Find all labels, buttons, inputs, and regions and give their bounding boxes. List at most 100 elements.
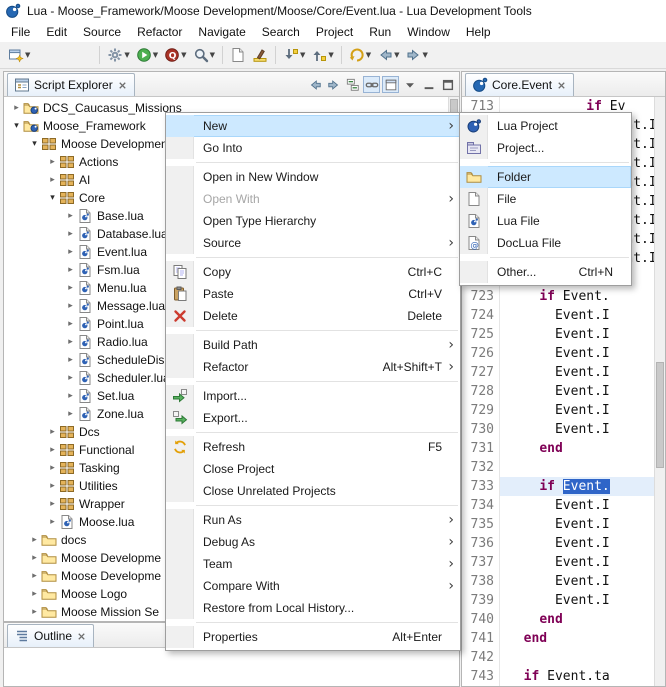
line-number[interactable]: 736 (470, 534, 500, 553)
menubar-item-search[interactable]: Search (254, 22, 308, 42)
line-number[interactable]: 734 (470, 496, 500, 515)
collapse-all-button[interactable] (344, 76, 361, 93)
context-menu-item-go-into[interactable]: Go Into (166, 137, 460, 159)
dropdown-arrow-icon[interactable]: ▼ (25, 51, 30, 59)
context-menu-item-open-type-hierarchy[interactable]: Open Type Hierarchy (166, 210, 460, 232)
expand-arrow-icon[interactable]: ▸ (46, 463, 59, 473)
dropdown-arrow-icon[interactable]: ▼ (124, 51, 129, 59)
context-menu-item-compare-with[interactable]: Compare With› (166, 575, 460, 597)
line-number[interactable]: 738 (470, 572, 500, 591)
expand-arrow-icon[interactable]: ▸ (28, 553, 41, 563)
open-element-button[interactable] (228, 44, 248, 66)
line-number[interactable]: 724 (470, 306, 500, 325)
code-text[interactable]: Event.I (500, 306, 665, 325)
expand-arrow-icon[interactable]: ▸ (64, 355, 77, 365)
expand-arrow-icon[interactable]: ▸ (46, 175, 59, 185)
editor-scrollbar[interactable] (654, 97, 665, 686)
back-button[interactable] (306, 76, 323, 93)
expand-arrow-icon[interactable]: ▸ (46, 481, 59, 491)
expand-arrow-icon[interactable]: ▸ (64, 229, 77, 239)
dropdown-arrow-icon[interactable]: ▼ (328, 51, 333, 59)
line-number[interactable]: 732 (470, 458, 500, 477)
code-text[interactable]: if Event.ta (500, 667, 665, 686)
expand-arrow-icon[interactable]: ▸ (46, 427, 59, 437)
code-text[interactable]: Event.I (500, 572, 665, 591)
context-menu-item-new[interactable]: New› (166, 115, 460, 137)
focus-view-button[interactable] (382, 76, 399, 93)
back-button[interactable]: ▼ (375, 44, 401, 66)
tab-outline[interactable]: Outline (7, 624, 94, 647)
context-menu-item-restore-from-local-history[interactable]: Restore from Local History... (166, 597, 460, 619)
code-text[interactable]: Event.I (500, 401, 665, 420)
menubar-item-help[interactable]: Help (458, 22, 499, 42)
collapse-arrow-icon[interactable]: ▾ (28, 139, 41, 149)
annotation-ruler[interactable] (462, 534, 470, 553)
line-number[interactable]: 726 (470, 344, 500, 363)
annotation-ruler[interactable] (462, 401, 470, 420)
context-menu-item-export[interactable]: Export... (166, 407, 460, 429)
expand-arrow-icon[interactable]: ▸ (64, 211, 77, 221)
expand-arrow-icon[interactable]: ▸ (64, 283, 77, 293)
new-wizard-button[interactable]: ▼ (6, 44, 32, 66)
context-menu-item-close-project[interactable]: Close Project (166, 458, 460, 480)
annotation-ruler[interactable] (462, 572, 470, 591)
collapse-arrow-icon[interactable]: ▾ (10, 121, 23, 131)
expand-arrow-icon[interactable]: ▸ (64, 265, 77, 275)
tab-core-event[interactable]: Core.Event (465, 73, 574, 96)
annotation-ruler[interactable] (462, 287, 470, 306)
annotation-ruler[interactable] (462, 667, 470, 686)
profile-button[interactable]: Q▼ (162, 44, 188, 66)
close-icon[interactable] (556, 80, 567, 91)
new-submenu-item-project[interactable]: Project... (460, 137, 631, 159)
annotation-ruler[interactable] (462, 363, 470, 382)
menubar-item-refactor[interactable]: Refactor (129, 22, 190, 42)
code-text[interactable]: Event.I (500, 344, 665, 363)
context-menu-item-delete[interactable]: DeleteDelete (166, 305, 460, 327)
expand-arrow-icon[interactable]: ▸ (64, 373, 77, 383)
maximize-button[interactable] (439, 76, 456, 93)
annotation-ruler[interactable] (462, 477, 470, 496)
new-submenu-item-lua-project[interactable]: Lua Project (460, 115, 631, 137)
expand-arrow-icon[interactable]: ▸ (64, 337, 77, 347)
code-text[interactable]: end (500, 610, 665, 629)
annotation-ruler[interactable] (462, 515, 470, 534)
external-tools-button[interactable]: ▼ (105, 44, 131, 66)
dropdown-arrow-icon[interactable]: ▼ (210, 51, 215, 59)
dropdown-arrow-icon[interactable]: ▼ (366, 51, 371, 59)
line-number[interactable]: 741 (470, 629, 500, 648)
expand-arrow-icon[interactable]: ▸ (46, 499, 59, 509)
expand-arrow-icon[interactable]: ▸ (64, 319, 77, 329)
line-number[interactable]: 737 (470, 553, 500, 572)
annotation-ruler[interactable] (462, 420, 470, 439)
annotation-ruler[interactable] (462, 496, 470, 515)
annotation-ruler[interactable] (462, 458, 470, 477)
view-menu-button[interactable] (401, 76, 418, 93)
expand-arrow-icon[interactable]: ▸ (64, 301, 77, 311)
close-icon[interactable] (117, 80, 128, 91)
context-menu-item-build-path[interactable]: Build Path› (166, 334, 460, 356)
menubar-item-navigate[interactable]: Navigate (190, 22, 253, 42)
annotation-ruler[interactable] (462, 382, 470, 401)
context-menu-item-open-in-new-window[interactable]: Open in New Window (166, 166, 460, 188)
menubar-item-run[interactable]: Run (361, 22, 399, 42)
dropdown-arrow-icon[interactable]: ▼ (153, 51, 158, 59)
annotation-ruler[interactable] (462, 306, 470, 325)
menubar-item-project[interactable]: Project (308, 22, 361, 42)
new-submenu-item-other[interactable]: Other...Ctrl+N (460, 261, 631, 283)
code-text[interactable] (500, 458, 665, 477)
new-submenu-item-folder[interactable]: Folder (460, 166, 631, 188)
context-menu-item-open-with[interactable]: Open With› (166, 188, 460, 210)
line-number[interactable]: 740 (470, 610, 500, 629)
annotation-ruler[interactable] (462, 610, 470, 629)
expand-arrow-icon[interactable]: ▸ (64, 409, 77, 419)
annotation-ruler[interactable] (462, 553, 470, 572)
expand-arrow-icon[interactable]: ▸ (64, 247, 77, 257)
expand-arrow-icon[interactable]: ▸ (64, 391, 77, 401)
code-text[interactable]: Event.I (500, 325, 665, 344)
new-submenu-item-file[interactable]: File (460, 188, 631, 210)
line-number[interactable]: 742 (470, 648, 500, 667)
link-with-editor-button[interactable] (363, 76, 380, 93)
expand-arrow-icon[interactable]: ▸ (28, 589, 41, 599)
context-menu-item-paste[interactable]: PasteCtrl+V (166, 283, 460, 305)
code-text[interactable]: if Event. (500, 287, 665, 306)
